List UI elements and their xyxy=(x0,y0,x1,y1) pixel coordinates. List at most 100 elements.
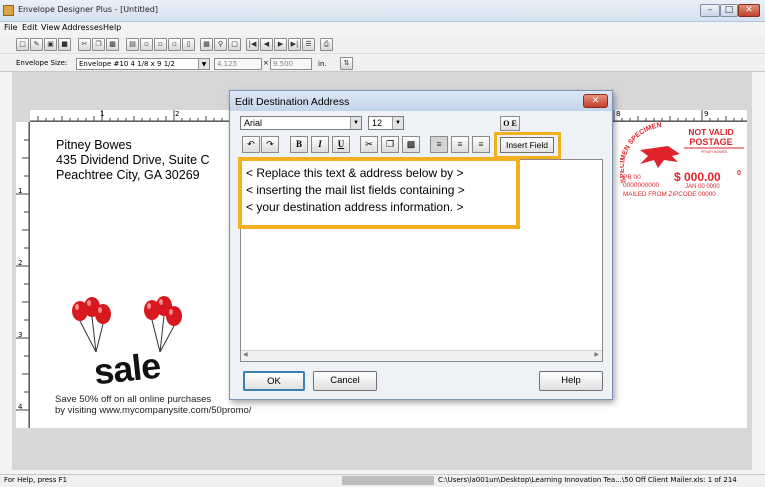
undo-icon[interactable]: ↶ xyxy=(242,136,260,153)
chevron-down-icon: ▼ xyxy=(392,117,403,129)
last-icon[interactable]: ▶| xyxy=(288,38,301,51)
chevron-down-icon: ▼ xyxy=(198,59,209,69)
align-center-icon[interactable]: ≡ xyxy=(451,136,469,153)
return-address-line: Peachtree City, GA 30269 xyxy=(56,168,200,182)
ruler-label: 3 xyxy=(18,331,23,339)
barcode-icon[interactable]: ▯ xyxy=(182,38,195,51)
cut-wand-icon[interactable]: ✎ xyxy=(30,38,43,51)
dialog-close-button[interactable]: ✕ xyxy=(583,94,608,108)
bold-button[interactable]: B xyxy=(290,136,308,153)
minimize-icon: – xyxy=(707,5,713,15)
prev-icon[interactable]: ◀ xyxy=(260,38,273,51)
promo-text[interactable]: Save 50% off on all online purchases by … xyxy=(55,394,251,416)
ruler-label: 2 xyxy=(18,259,23,267)
rotate-icon[interactable]: ⇅ xyxy=(340,57,353,70)
envelope-icon[interactable]: ▫ xyxy=(168,38,181,51)
cut-icon[interactable]: ✂ xyxy=(78,38,91,51)
serial-text: 0000000000 xyxy=(623,182,660,189)
ruler-label: 2 xyxy=(175,110,180,118)
dialog-title: Edit Destination Address xyxy=(235,96,350,108)
postage-label: POSTAGE xyxy=(689,137,732,147)
list-icon[interactable]: ☰ xyxy=(302,38,315,51)
promo-line: Save 50% off on all online purchases xyxy=(55,394,212,405)
status-panel xyxy=(342,476,434,485)
ruler-label: 1 xyxy=(18,187,23,195)
maximize-button[interactable]: □ xyxy=(720,4,738,17)
promo-line: by visiting www.mycompanysite.com/50prom… xyxy=(55,405,252,416)
mailed-from-text: MAILED FROM ZIPCODE 00000 xyxy=(623,191,716,198)
close-button[interactable]: ✕ xyxy=(738,4,760,17)
envelope-size-value: Envelope #10 4 1/8 x 9 1/2 xyxy=(79,60,175,68)
font-size-value: 12 xyxy=(372,118,383,128)
cancel-button[interactable]: Cancel xyxy=(313,371,377,391)
amount-text: $ 000.00 xyxy=(674,170,721,184)
save-icon[interactable]: ■ xyxy=(58,38,71,51)
address-icon[interactable]: ▤ xyxy=(126,38,139,51)
minimize-button[interactable]: – xyxy=(700,4,720,17)
envelope-icon[interactable]: ▫ xyxy=(140,38,153,51)
status-file-text: C:\Users\la001un\Desktop\Learning Innova… xyxy=(438,476,737,484)
scroll-right-icon[interactable]: ▶ xyxy=(594,351,599,358)
align-left-icon[interactable]: ≡ xyxy=(430,136,448,153)
help-button[interactable]: Help xyxy=(539,371,603,391)
close-icon: ✕ xyxy=(591,96,600,106)
copy-icon[interactable]: ❐ xyxy=(92,38,105,51)
paste-icon[interactable]: ▩ xyxy=(106,38,119,51)
scroll-left-icon[interactable]: ◀ xyxy=(243,351,248,358)
ruler-label: 1 xyxy=(100,110,105,118)
date-text: JAN 00 0000 xyxy=(685,184,720,190)
print-icon[interactable]: ⎙ xyxy=(320,38,333,51)
menu-addresses[interactable]: Addresses xyxy=(62,23,103,32)
close-icon: ✕ xyxy=(745,5,753,15)
pb-text: PB 00 xyxy=(623,174,641,181)
underline-button[interactable]: U xyxy=(332,136,350,153)
maximize-icon: □ xyxy=(724,5,734,15)
frame-icon[interactable]: □ xyxy=(228,38,241,51)
horizontal-scrollbar[interactable]: ◀ ▶ xyxy=(241,350,602,361)
redo-icon[interactable]: ↷ xyxy=(261,136,279,153)
brand-text: PITNEY BOWES xyxy=(701,150,728,154)
not-valid-text: NOT VALID xyxy=(688,127,733,137)
chevron-down-icon: ▼ xyxy=(350,117,361,129)
menu-file[interactable]: File xyxy=(4,23,17,32)
envelope-width-field[interactable]: 4.125 xyxy=(214,58,262,70)
placeholder-highlight xyxy=(238,157,520,229)
font-select[interactable]: Arial ▼ xyxy=(240,116,362,130)
unit-label: in. xyxy=(318,60,327,68)
times-icon: × xyxy=(263,59,269,67)
envelope-icon[interactable]: ▫ xyxy=(154,38,167,51)
paste-icon[interactable]: ▩ xyxy=(402,136,420,153)
menu-view[interactable]: View xyxy=(41,23,60,32)
ok-button[interactable]: OK xyxy=(243,371,305,391)
copy-icon[interactable]: ❐ xyxy=(381,136,399,153)
return-address-line: 435 Dividend Drive, Suite C xyxy=(56,153,210,167)
open-icon[interactable]: ▣ xyxy=(44,38,57,51)
ruler-label: 8 xyxy=(616,110,621,118)
font-value: Arial xyxy=(244,118,263,128)
envelope-size-select[interactable]: Envelope #10 4 1/8 x 9 1/2 ▼ xyxy=(76,58,210,70)
return-address-line: Pitney Bowes xyxy=(56,138,132,152)
next-icon[interactable]: ▶ xyxy=(274,38,287,51)
align-right-icon[interactable]: ≡ xyxy=(472,136,490,153)
cut-icon[interactable]: ✂ xyxy=(360,136,378,153)
envelope-height-field[interactable]: 9.500 xyxy=(270,58,312,70)
zoom-icon[interactable]: ⚲ xyxy=(214,38,227,51)
font-size-select[interactable]: 12 ▼ xyxy=(368,116,404,130)
balloons-graphic xyxy=(72,296,182,353)
window-title: Envelope Designer Plus - [Untitled] xyxy=(18,5,158,14)
database-icon[interactable]: ▦ xyxy=(200,38,213,51)
amount-sup-text: 0 xyxy=(737,170,741,177)
app-icon xyxy=(3,5,14,16)
status-help-text: For Help, press F1 xyxy=(4,476,68,484)
italic-button[interactable]: I xyxy=(311,136,329,153)
return-address[interactable]: Pitney Bowes 435 Dividend Drive, Suite C… xyxy=(56,138,210,183)
eagle-icon xyxy=(640,146,680,168)
menu-edit[interactable]: Edit xyxy=(22,23,38,32)
first-icon[interactable]: |◀ xyxy=(246,38,259,51)
new-icon[interactable]: □ xyxy=(16,38,29,51)
postage-stamp: SPECIMEN SPECIMEN NOT VALID POSTAGE PITN… xyxy=(620,122,744,198)
special-chars-button[interactable]: O E xyxy=(500,116,520,131)
ruler-label: 9 xyxy=(704,110,709,118)
menu-help[interactable]: Help xyxy=(103,23,121,32)
envelope-size-label: Envelope Size: xyxy=(16,59,68,67)
